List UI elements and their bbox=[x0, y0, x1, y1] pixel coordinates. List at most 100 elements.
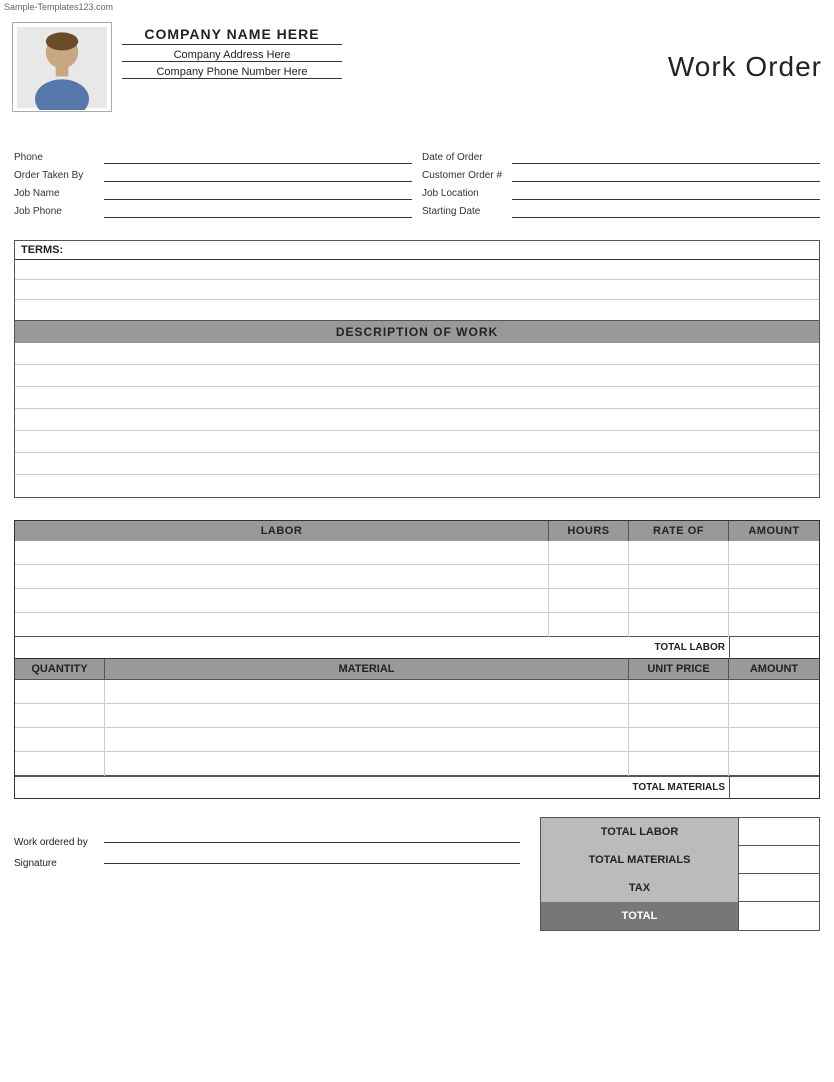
mat-unit-3[interactable] bbox=[629, 728, 729, 752]
labor-rate-2[interactable] bbox=[629, 565, 729, 589]
totals-tax-label: TAX bbox=[541, 874, 739, 902]
mat-unit-2[interactable] bbox=[629, 704, 729, 728]
mat-desc-4[interactable] bbox=[105, 752, 629, 776]
form-grid: Phone Order Taken By Job Name Job Phone … bbox=[14, 150, 820, 222]
form-left: Phone Order Taken By Job Name Job Phone bbox=[14, 150, 412, 222]
labor-data-row-4 bbox=[15, 613, 819, 637]
labor-hours-3[interactable] bbox=[549, 589, 629, 613]
signature-label: Signature bbox=[14, 858, 104, 869]
labor-desc-3[interactable] bbox=[15, 589, 549, 613]
labor-amount-4[interactable] bbox=[729, 613, 819, 637]
mat-col-material: MATERIAL bbox=[105, 659, 629, 679]
logo-box bbox=[12, 22, 112, 112]
signature-input[interactable] bbox=[104, 863, 520, 864]
job-location-input[interactable] bbox=[512, 186, 820, 200]
job-name-input[interactable] bbox=[104, 186, 412, 200]
signature-area: Work ordered by Signature bbox=[14, 817, 540, 879]
work-ordered-input[interactable] bbox=[104, 842, 520, 843]
order-taken-input[interactable] bbox=[104, 168, 412, 182]
mat-desc-3[interactable] bbox=[105, 728, 629, 752]
terms-row-3 bbox=[15, 300, 819, 320]
customer-order-input[interactable] bbox=[512, 168, 820, 182]
form-right: Date of Order Customer Order # Job Locat… bbox=[422, 150, 820, 222]
totals-row-total: TOTAL bbox=[541, 902, 819, 930]
labor-data-row-3 bbox=[15, 589, 819, 613]
job-phone-input[interactable] bbox=[104, 204, 412, 218]
mat-unit-4[interactable] bbox=[629, 752, 729, 776]
totals-row-materials: TOTAL MATERIALS bbox=[541, 846, 819, 874]
phone-label: Phone bbox=[14, 152, 104, 163]
mat-total-label: TOTAL MATERIALS bbox=[529, 782, 729, 793]
mat-data-row-4 bbox=[15, 752, 819, 776]
form-section: Phone Order Taken By Job Name Job Phone … bbox=[0, 140, 834, 222]
labor-hours-2[interactable] bbox=[549, 565, 629, 589]
mat-unit-1[interactable] bbox=[629, 680, 729, 704]
date-label: Date of Order bbox=[422, 152, 512, 163]
totals-row-labor: TOTAL LABOR bbox=[541, 818, 819, 846]
form-row-job-phone: Job Phone bbox=[14, 204, 412, 218]
labor-total-value[interactable] bbox=[729, 637, 819, 659]
totals-row-tax: TAX bbox=[541, 874, 819, 902]
terms-header: TERMS: bbox=[15, 241, 819, 259]
labor-rate-4[interactable] bbox=[629, 613, 729, 637]
mat-amount-3[interactable] bbox=[729, 728, 819, 752]
labor-desc-1[interactable] bbox=[15, 541, 549, 565]
totals-labor-value[interactable] bbox=[739, 818, 819, 846]
mat-qty-4[interactable] bbox=[15, 752, 105, 776]
labor-total-label: TOTAL LABOR bbox=[539, 642, 729, 653]
labor-rate-3[interactable] bbox=[629, 589, 729, 613]
desc-row-5 bbox=[15, 431, 819, 453]
customer-order-label: Customer Order # bbox=[422, 170, 512, 181]
form-row-job-location: Job Location bbox=[422, 186, 820, 200]
company-info: COMPANY NAME HERE Company Address Here C… bbox=[122, 22, 342, 83]
job-location-label: Job Location bbox=[422, 188, 512, 199]
mat-total-value[interactable] bbox=[729, 777, 819, 799]
labor-rate-1[interactable] bbox=[629, 541, 729, 565]
terms-section: TERMS: bbox=[14, 240, 820, 321]
mat-desc-1[interactable] bbox=[105, 680, 629, 704]
company-name: COMPANY NAME HERE bbox=[122, 26, 342, 45]
desc-row-1 bbox=[15, 343, 819, 365]
labor-amount-3[interactable] bbox=[729, 589, 819, 613]
labor-amount-1[interactable] bbox=[729, 541, 819, 565]
work-ordered-row: Work ordered by bbox=[14, 837, 520, 848]
company-address: Company Address Here bbox=[122, 49, 342, 62]
labor-desc-4[interactable] bbox=[15, 613, 549, 637]
header-section: COMPANY NAME HERE Company Address Here C… bbox=[0, 14, 834, 120]
totals-total-value[interactable] bbox=[739, 902, 819, 930]
mat-qty-2[interactable] bbox=[15, 704, 105, 728]
mat-col-amount: AMOUNT bbox=[729, 659, 819, 679]
desc-header: DESCRIPTION OF WORK bbox=[15, 321, 819, 343]
totals-tax-value[interactable] bbox=[739, 874, 819, 902]
totals-labor-label: TOTAL LABOR bbox=[541, 818, 739, 846]
totals-table: TOTAL LABOR TOTAL MATERIALS TAX TOTAL bbox=[540, 817, 820, 931]
labor-desc-2[interactable] bbox=[15, 565, 549, 589]
mat-qty-1[interactable] bbox=[15, 680, 105, 704]
mat-data-row-2 bbox=[15, 704, 819, 728]
mat-desc-2[interactable] bbox=[105, 704, 629, 728]
desc-row-7 bbox=[15, 475, 819, 497]
labor-amount-2[interactable] bbox=[729, 565, 819, 589]
materials-header-row: QUANTITY MATERIAL UNIT PRICE AMOUNT bbox=[15, 659, 819, 680]
mat-qty-3[interactable] bbox=[15, 728, 105, 752]
phone-input[interactable] bbox=[104, 150, 412, 164]
mat-amount-4[interactable] bbox=[729, 752, 819, 776]
form-row-order-taken: Order Taken By bbox=[14, 168, 412, 182]
form-row-starting-date: Starting Date bbox=[422, 204, 820, 218]
mat-col-unit: UNIT PRICE bbox=[629, 659, 729, 679]
mat-data-row-3 bbox=[15, 728, 819, 752]
labor-hours-1[interactable] bbox=[549, 541, 629, 565]
labor-col-hours: HOURS bbox=[549, 521, 629, 541]
mat-data-row-1 bbox=[15, 680, 819, 704]
mat-amount-1[interactable] bbox=[729, 680, 819, 704]
labor-hours-4[interactable] bbox=[549, 613, 629, 637]
terms-row-2 bbox=[15, 280, 819, 300]
mat-amount-2[interactable] bbox=[729, 704, 819, 728]
labor-col-labor: LABOR bbox=[15, 521, 549, 541]
desc-row-3 bbox=[15, 387, 819, 409]
desc-row-4 bbox=[15, 409, 819, 431]
starting-date-input[interactable] bbox=[512, 204, 820, 218]
totals-materials-value[interactable] bbox=[739, 846, 819, 874]
date-input[interactable] bbox=[512, 150, 820, 164]
starting-date-label: Starting Date bbox=[422, 206, 512, 217]
